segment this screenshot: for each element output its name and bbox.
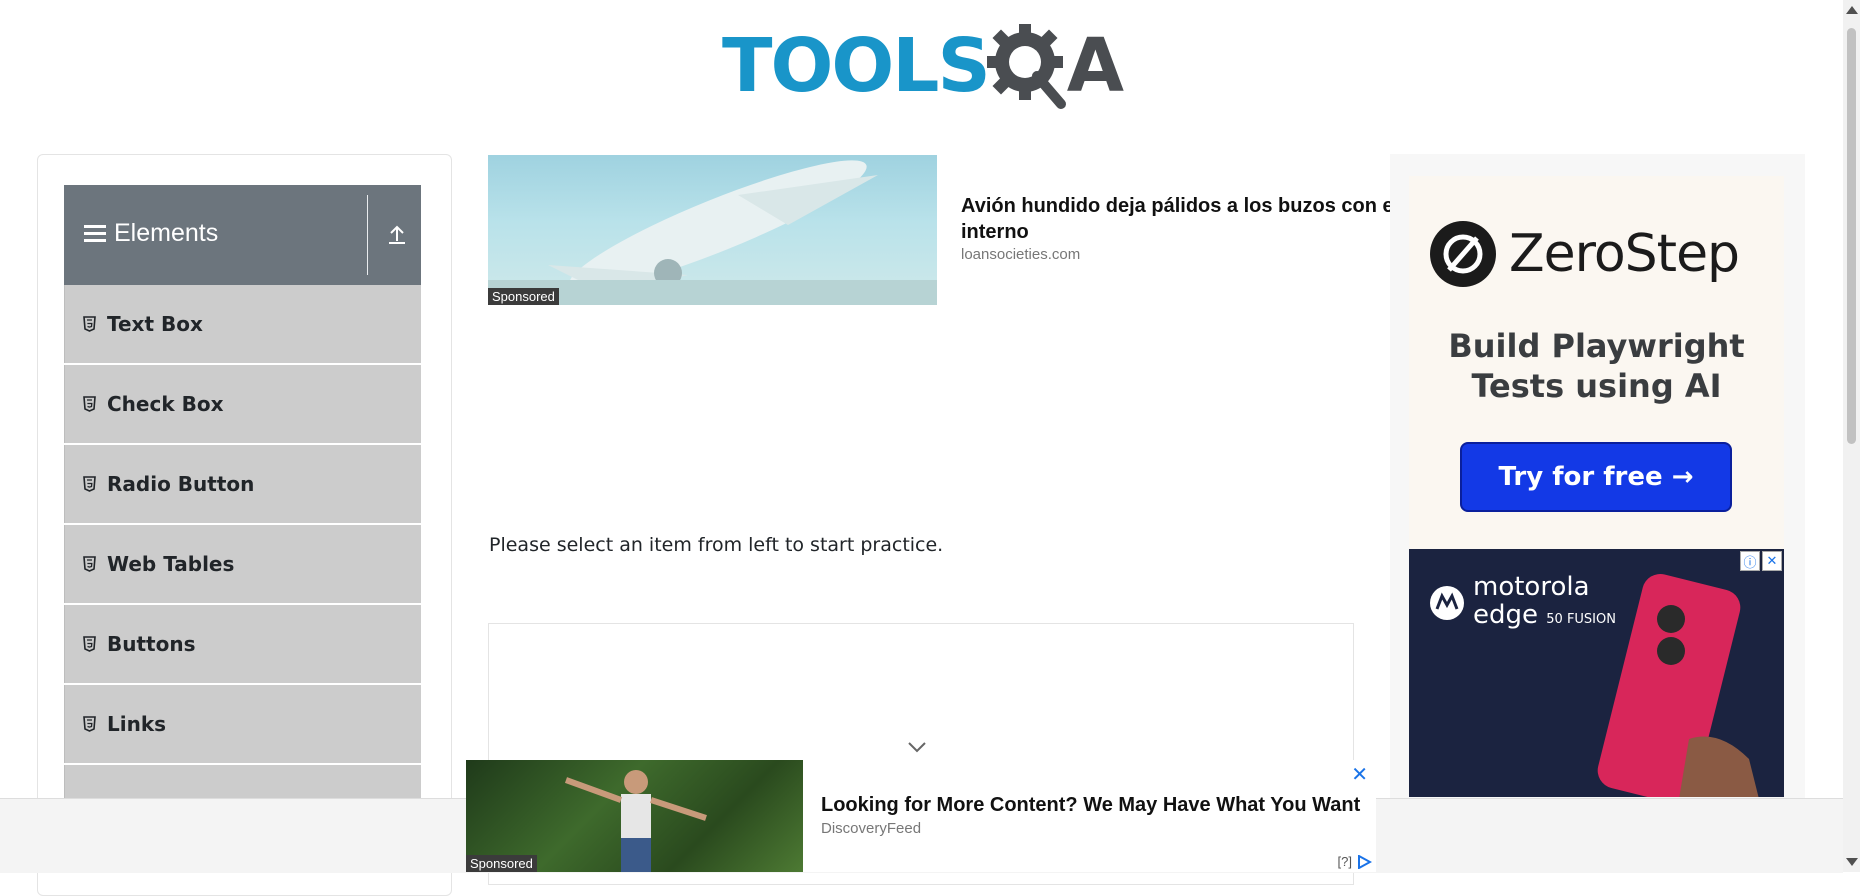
close-icon[interactable]: ✕ <box>1762 551 1782 571</box>
info-icon[interactable]: ⓘ <box>1740 551 1760 571</box>
divider <box>367 195 368 275</box>
html5-icon <box>83 716 96 732</box>
ad-controls: ⓘ ✕ <box>1740 551 1782 571</box>
close-icon[interactable]: ✕ <box>1351 762 1368 787</box>
html5-icon <box>83 556 96 572</box>
bottom-ad-headline[interactable]: Looking for More Content? We May Have Wh… <box>821 794 1360 817</box>
phone-image <box>1597 573 1759 797</box>
zerostep-name: ZeroStep <box>1509 224 1740 284</box>
sidebar-item-check-box[interactable]: Check Box <box>64 365 421 443</box>
sponsored-label: Sponsored <box>488 288 559 305</box>
zerostep-tagline-line1: Build Playwright <box>1448 327 1745 365</box>
adchoices-icon <box>1358 854 1372 869</box>
zerostep-tagline: Build Playwright Tests using AI <box>1409 326 1784 406</box>
html5-icon <box>83 396 96 412</box>
sidebar-menu: Text Box Check Box Radio Button Web Tabl… <box>64 285 421 845</box>
logo-text-a: A <box>1066 23 1124 109</box>
ad-headline-line2: interno <box>961 221 1029 243</box>
group-title: Elements <box>84 219 218 248</box>
bottom-ad-source: DiscoveryFeed <box>821 820 922 837</box>
bottom-ad-image: Sponsored <box>466 760 803 872</box>
practice-message: Please select an item from left to start… <box>489 534 944 556</box>
sidebar-item-label: Links <box>107 712 167 736</box>
sidebar-item-links[interactable]: Links <box>64 685 421 763</box>
hamburger-icon <box>84 224 106 243</box>
ad-headline-line1: Avión hundido deja pálidos a los buzos c… <box>961 195 1391 217</box>
ad-source: loansocieties.com <box>961 246 1081 263</box>
html5-icon <box>83 316 96 332</box>
sidebar-item-text-box[interactable]: Text Box <box>64 285 421 363</box>
sidebar-item-label: Radio Button <box>107 472 255 496</box>
sponsored-label: Sponsored <box>466 855 537 872</box>
page-scrollbar[interactable] <box>1843 0 1860 872</box>
scrollbar-thumb[interactable] <box>1847 28 1856 444</box>
html5-icon <box>83 476 96 492</box>
scroll-down-arrow-icon[interactable] <box>1846 858 1858 866</box>
elements-group-header[interactable]: Elements <box>64 185 421 285</box>
collapse-upload-icon[interactable] <box>382 219 412 249</box>
sidebar-item-label: Check Box <box>107 392 224 416</box>
ad-choices[interactable]: [?] <box>1338 854 1372 869</box>
sponsored-ad-image[interactable]: Sponsored <box>488 155 937 305</box>
sidebar-item-label: Text Box <box>107 312 203 336</box>
logo-text-tools: TOOLS <box>722 23 991 109</box>
html5-icon <box>83 636 96 652</box>
sidebar-item-label: Web Tables <box>107 552 235 576</box>
chevron-down-icon[interactable] <box>906 740 928 754</box>
motorola-logo-icon <box>1430 586 1464 620</box>
site-logo[interactable]: TOOLS A <box>722 18 1124 114</box>
motorola-ad[interactable]: motorola edge 50 FUSION ⓘ ✕ <box>1409 549 1784 797</box>
sidebar-item-buttons[interactable]: Buttons <box>64 605 421 683</box>
sidebar-item-radio-button[interactable]: Radio Button <box>64 445 421 523</box>
zerostep-tagline-line2: Tests using AI <box>1471 367 1722 405</box>
ad-headline[interactable]: Avión hundido deja pálidos a los buzos c… <box>961 193 1391 245</box>
sunken-plane-image <box>488 160 937 305</box>
scroll-up-arrow-icon[interactable] <box>1846 6 1858 14</box>
group-title-label: Elements <box>114 219 219 247</box>
zerostep-ad[interactable]: ZeroStep Build Playwright Tests using AI… <box>1409 176 1784 549</box>
sidebar-item-web-tables[interactable]: Web Tables <box>64 525 421 603</box>
zerostep-logo: ZeroStep <box>1429 220 1740 288</box>
motorola-model-name: edge <box>1473 600 1538 630</box>
gear-magnifier-icon <box>986 24 1066 109</box>
bottom-sponsored-ad[interactable]: Sponsored Looking for More Content? We M… <box>466 760 1376 872</box>
try-for-free-button[interactable]: Try for free → <box>1460 442 1732 512</box>
sidebar-item-label: Buttons <box>107 632 196 656</box>
ad-choices-label: [?] <box>1337 854 1352 869</box>
zerostep-logo-icon <box>1430 221 1496 287</box>
